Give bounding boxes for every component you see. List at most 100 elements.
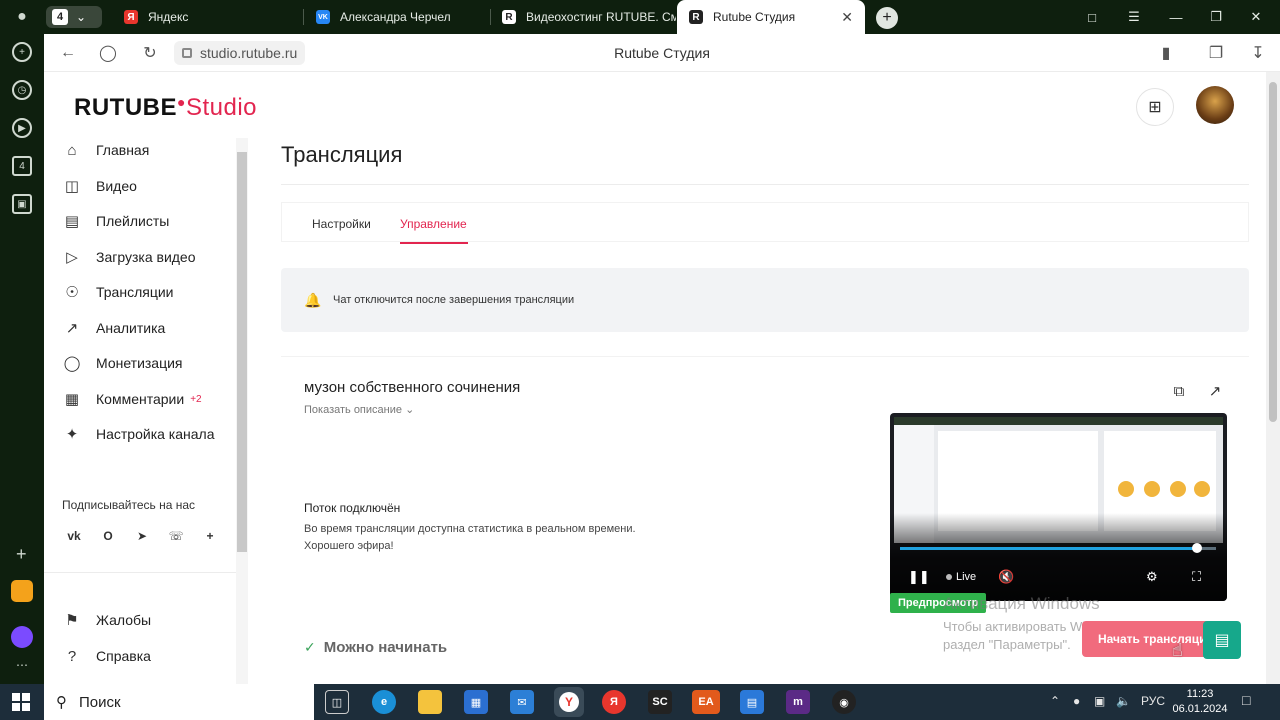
sidebar-item-help[interactable]: ? Справка (62, 644, 151, 668)
sidebar-scrollbar[interactable] (236, 138, 248, 684)
play-icon[interactable]: ▶ (12, 118, 32, 138)
notifications-icon[interactable]: □ (1242, 692, 1250, 708)
mail-app-icon[interactable] (11, 580, 33, 602)
language-indicator[interactable]: РУС (1141, 694, 1165, 708)
alice-icon[interactable] (11, 626, 33, 648)
comments-badge: +2 (190, 393, 202, 405)
flag-icon: ⚑ (65, 612, 79, 629)
settings-gear-icon[interactable]: ⚙ (1146, 569, 1158, 585)
document-icon[interactable]: ▤ (740, 690, 764, 714)
sidebar-item-complaints[interactable]: ⚑ Жалобы (62, 608, 151, 632)
sidebar-item-analytics[interactable]: ↗ Аналитика (62, 316, 166, 340)
tab-yandex[interactable]: Я Яндекс (112, 0, 302, 34)
external-link-icon[interactable]: ↗ (1205, 381, 1225, 401)
fullscreen-icon[interactable]: ⛶ (1192, 569, 1201, 585)
chevron-down-icon: ⌄ (405, 404, 415, 416)
plus-icon[interactable]: + (12, 42, 32, 62)
new-tab-button[interactable]: + (876, 7, 898, 29)
volume-icon[interactable]: 🔈 (1116, 694, 1131, 708)
task-view-icon[interactable]: ◫ (325, 690, 349, 714)
mail-icon[interactable]: ✉ (510, 690, 534, 714)
restore-icon[interactable]: ❐ (1196, 0, 1236, 34)
explorer-icon[interactable] (418, 690, 442, 714)
music-app-icon[interactable]: m (786, 690, 810, 714)
sidebar-item-home[interactable]: ⌂ Главная (62, 138, 149, 162)
chat-button[interactable]: ▤ (1203, 621, 1241, 659)
taskbar-search[interactable]: ⚲ Поиск (44, 684, 314, 720)
taskbar-search-label: Поиск (79, 693, 121, 711)
taskbar-clock[interactable]: 11:23 06.01.2024 (1172, 687, 1228, 717)
minimize-icon[interactable]: — (1156, 0, 1196, 34)
more-social-icon[interactable]: + (198, 524, 222, 548)
avatar[interactable] (1196, 86, 1234, 124)
pause-icon[interactable]: ❚❚ (908, 569, 930, 585)
tab-settings[interactable]: Настройки (312, 217, 371, 231)
viber-social-icon[interactable]: ☏ (164, 524, 188, 548)
tray-expand-icon[interactable]: ⌃ (1050, 694, 1060, 708)
rutube-studio-logo[interactable]: RUTUBE●Studio (74, 94, 257, 122)
history-icon[interactable]: ◷ (12, 80, 32, 100)
player-progress-fill (900, 547, 1198, 550)
yandex-icon: Я (124, 10, 138, 24)
yandex-browser-icon[interactable]: Y (554, 687, 584, 717)
share-icon[interactable]: ⧉ (1169, 381, 1189, 401)
tab-rutube-studio[interactable]: R Rutube Студия ✕ (677, 0, 865, 34)
telegram-social-icon[interactable]: ➤ (130, 524, 154, 548)
player-progress-knob[interactable] (1192, 543, 1203, 553)
download-icon[interactable]: ↧ (1248, 43, 1268, 63)
search-icon: ⚲ (56, 694, 67, 711)
sidebar-scroll-thumb[interactable] (237, 152, 247, 552)
yandex-home-icon[interactable]: ◯ (98, 43, 118, 63)
sidebar-divider (44, 572, 236, 573)
sidebar-item-broadcasts[interactable]: ☉ Трансляции (62, 280, 173, 304)
menu-icon[interactable]: ☰ (1114, 0, 1154, 34)
page-scrollbar[interactable] (1266, 72, 1280, 684)
tab-rutube-hosting[interactable]: R Видеохостинг RUTUBE. Смо (490, 0, 676, 34)
url-field[interactable]: studio.rutube.ru (174, 41, 306, 65)
mute-icon[interactable]: 🔇 (998, 569, 1014, 585)
close-icon[interactable]: ✕ (841, 9, 853, 26)
sidebar-item-playlists[interactable]: ▤ Плейлисты (62, 209, 169, 233)
vk-icon: VK (316, 10, 330, 24)
ea-icon[interactable]: EA (692, 690, 720, 714)
back-icon[interactable]: ← (58, 43, 78, 63)
page-scroll-thumb[interactable] (1269, 82, 1277, 422)
tab-counter-button[interactable]: 4 ⌄ (46, 6, 102, 28)
edge-icon[interactable]: e (372, 690, 396, 714)
create-button[interactable]: ⊞ (1136, 88, 1174, 126)
profile-icon[interactable]: ● (0, 0, 44, 34)
bookmark-icon[interactable]: ▮ (1156, 43, 1176, 63)
ok-social-icon[interactable]: Ο (96, 524, 120, 548)
sc-app-icon[interactable]: SC (648, 690, 672, 714)
tab-management[interactable]: Управление (400, 217, 467, 231)
collections-icon[interactable]: ❐ (1206, 43, 1226, 63)
sidebar-item-channel-settings[interactable]: ✦ Настройка канала (62, 422, 215, 446)
add-panel-icon[interactable]: + (16, 544, 27, 565)
player-progress[interactable] (900, 543, 1216, 553)
preview-player[interactable]: ❚❚ Live 🔇 ⚙ ⛶ (890, 413, 1227, 601)
reload-icon[interactable]: ↻ (140, 43, 160, 63)
vk-social-icon[interactable]: vk (62, 524, 86, 548)
sidebar-item-monetization[interactable]: ◯ Монетизация (62, 351, 183, 375)
windows-start-button[interactable] (12, 693, 30, 711)
store-icon[interactable]: ▦ (464, 690, 488, 714)
yandex-icon[interactable]: Я (602, 690, 626, 714)
microphone-icon[interactable]: ● (1073, 694, 1080, 708)
preview-emoji (1170, 481, 1186, 497)
window-close-icon[interactable]: ✕ (1236, 0, 1276, 34)
bookmarks-panel-icon[interactable]: □ (1072, 0, 1112, 34)
rutube-icon: R (502, 10, 516, 24)
obs-icon[interactable]: ◉ (832, 690, 856, 714)
start-broadcast-button[interactable]: Начать трансляцию (1082, 621, 1222, 657)
active-tab-indicator (400, 242, 468, 244)
sidebar-item-upload[interactable]: ▷ Загрузка видео (62, 245, 195, 269)
sidebar-item-video[interactable]: ◫ Видео (62, 174, 137, 198)
screenshot-icon[interactable]: ▣ (12, 194, 32, 214)
video-icon: ◫ (64, 178, 80, 195)
network-icon[interactable]: ▣ (1094, 694, 1105, 708)
sidebar-item-comments[interactable]: ▦ Комментарии +2 (62, 387, 202, 411)
tab-vk[interactable]: VK Александра Черчел (304, 0, 490, 34)
tab-counter-icon[interactable]: 4 (12, 156, 32, 176)
show-description-link[interactable]: Показать описание ⌄ (304, 403, 414, 416)
more-icon[interactable]: ⋯ (16, 658, 28, 672)
